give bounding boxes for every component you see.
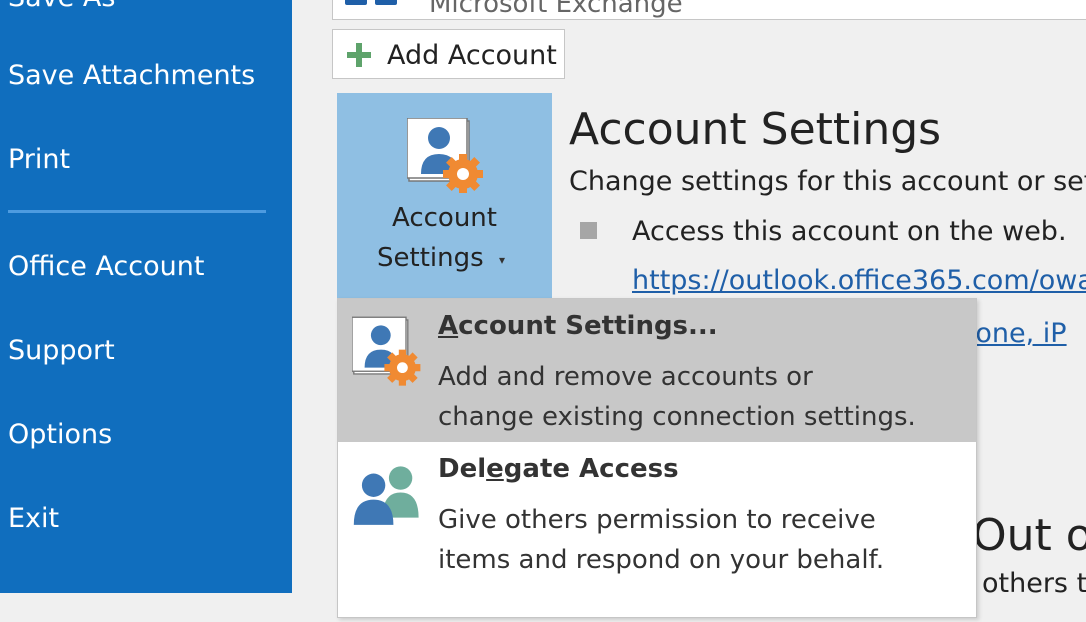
account-selector[interactable]: Microsoft Exchange xyxy=(332,0,1086,20)
exchange-account-icon xyxy=(345,0,397,5)
title-part: Del xyxy=(438,454,487,484)
menu-item-desc-line1: Give others permission to receive xyxy=(438,505,876,535)
account-settings-button[interactable]: Account Settings ▾ xyxy=(337,93,552,300)
add-account-label: Add Account xyxy=(387,40,557,71)
access-key: A xyxy=(438,311,459,341)
access-key: e xyxy=(486,454,504,484)
menu-item-account-settings[interactable]: Account Settings... Add and remove accou… xyxy=(338,299,976,442)
title-part: gate Access xyxy=(503,454,679,484)
account-settings-icon xyxy=(407,118,483,193)
account-settings-icon xyxy=(352,316,421,386)
automatic-replies-desc: others t xyxy=(982,568,1086,593)
backstage-nav: Save As Save Attachments Print Office Ac… xyxy=(0,0,292,593)
section-title: Account Settings xyxy=(569,104,942,155)
menu-item-title: Account Settings... xyxy=(438,311,718,341)
bullet-icon xyxy=(580,222,597,239)
nav-options[interactable]: Options xyxy=(8,421,112,448)
owa-link[interactable]: https://outlook.office365.com/owa xyxy=(632,265,1086,296)
account-name: Microsoft Exchange xyxy=(429,0,683,19)
menu-item-desc-line2: items and respond on your behalf. xyxy=(438,545,885,575)
nav-support[interactable]: Support xyxy=(8,337,115,364)
add-account-button[interactable]: Add Account xyxy=(332,29,565,79)
menu-item-desc-line2: change existing connection settings. xyxy=(438,402,916,432)
nav-save-as[interactable]: Save As xyxy=(8,0,115,11)
access-web-text: Access this account on the web. xyxy=(632,216,1067,247)
menu-item-delegate-access[interactable]: Delegate Access Give others permission t… xyxy=(338,442,976,622)
nav-exit[interactable]: Exit xyxy=(8,505,59,532)
nav-print[interactable]: Print xyxy=(8,146,70,173)
account-settings-dropdown: Account Settings... Add and remove accou… xyxy=(337,298,977,618)
section-subtitle: Change settings for this account or set xyxy=(569,166,1086,197)
menu-item-title-rest: ccount Settings... xyxy=(458,311,718,341)
menu-item-title: Delegate Access xyxy=(438,454,679,484)
dropdown-caret-icon: ▾ xyxy=(499,253,506,267)
nav-divider xyxy=(8,210,266,213)
menu-item-desc-line1: Add and remove accounts or xyxy=(438,362,813,392)
account-settings-label-line1: Account xyxy=(392,203,497,233)
account-settings-label-line2: Settings xyxy=(377,243,484,273)
nav-save-attachments[interactable]: Save Attachments xyxy=(8,62,255,89)
nav-office-account[interactable]: Office Account xyxy=(8,253,204,280)
automatic-replies-title: Out of xyxy=(972,510,1086,561)
plus-icon xyxy=(347,43,371,67)
delegate-access-icon xyxy=(353,466,419,525)
